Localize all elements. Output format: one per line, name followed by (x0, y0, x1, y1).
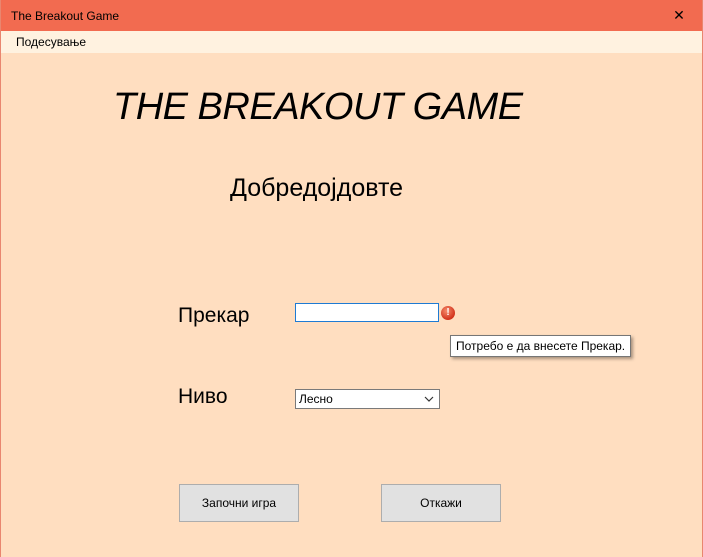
close-icon: ✕ (673, 7, 685, 23)
window-title: The Breakout Game (11, 9, 120, 23)
start-game-label: Започни игра (201, 496, 277, 510)
close-button[interactable]: ✕ (656, 0, 702, 31)
menu-item-settings[interactable]: Подесување (10, 31, 92, 53)
error-tooltip: Потребо е да внесете Прекар. (450, 335, 632, 357)
menu-bar: Подесување (1, 31, 702, 53)
level-selected-value: Лесно (299, 392, 333, 406)
cancel-label: Откажи (420, 496, 462, 510)
nickname-input[interactable] (295, 303, 439, 322)
welcome-text: Добредојдовте (230, 174, 404, 202)
title-bar[interactable]: The Breakout Game ✕ (1, 0, 702, 31)
start-game-button[interactable]: Започни игра (179, 484, 299, 522)
level-dropdown[interactable]: Лесно (295, 389, 440, 409)
chevron-down-icon (424, 396, 434, 402)
level-label: Ниво (178, 385, 228, 408)
cancel-button[interactable]: Откажи (381, 484, 501, 522)
game-title-heading: THE BREAKOUT GAME (113, 86, 523, 128)
nickname-label: Прекар (178, 304, 250, 327)
breakout-game-window: The Breakout Game ✕ Подесување THE BREAK… (0, 0, 703, 557)
error-icon: ! (441, 306, 455, 320)
